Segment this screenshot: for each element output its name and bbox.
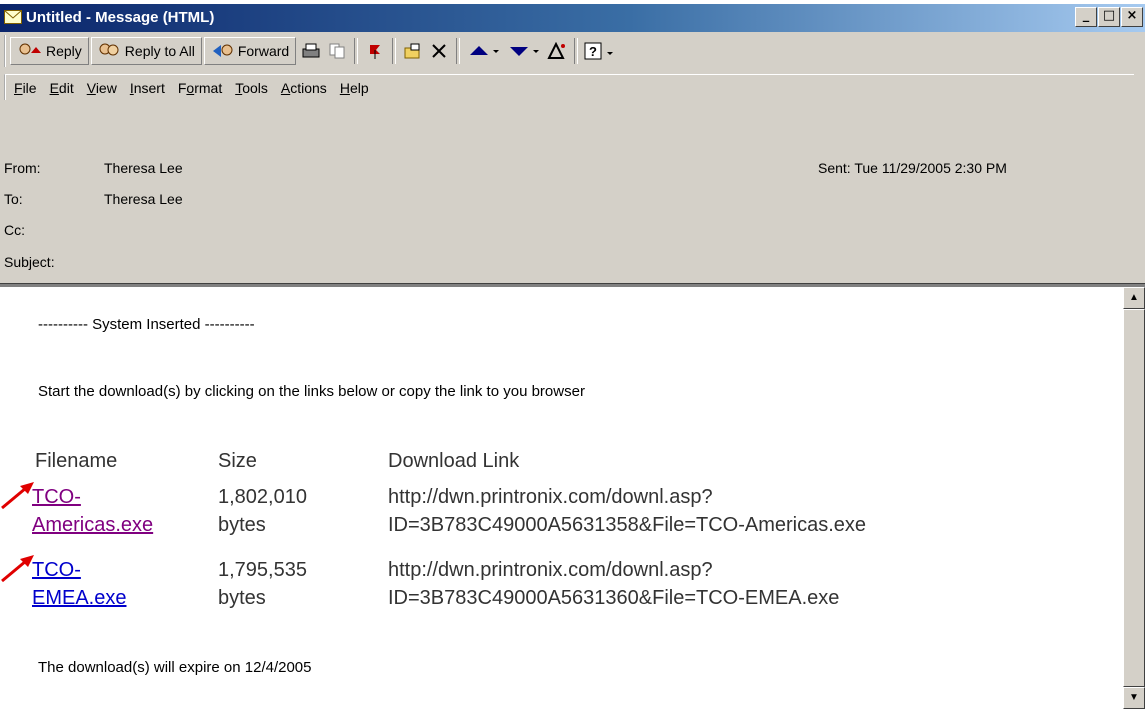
window-chrome: Reply Reply to All Forward ? File Edit V… — [0, 32, 1145, 284]
menu-tools[interactable]: Tools — [235, 80, 268, 96]
vertical-scrollbar[interactable]: ▲ ▼ — [1123, 287, 1145, 709]
red-arrow-americas — [1, 482, 34, 510]
sent-label: Sent: — [818, 160, 851, 176]
move-to-folder-icon[interactable] — [400, 37, 426, 65]
from-label: From: — [4, 160, 41, 176]
reply-icon — [19, 43, 41, 55]
sent-value: Tue 11/29/2005 2:30 PM — [854, 160, 1007, 176]
reply-all-button[interactable]: Reply to All — [90, 37, 202, 65]
menu-edit[interactable]: Edit — [50, 80, 74, 96]
toolbar-separator — [574, 38, 579, 64]
svg-text:?: ? — [589, 44, 597, 59]
standard-toolbar: Reply Reply to All Forward ? — [4, 35, 618, 67]
forward-label: Forward — [237, 43, 290, 59]
reply-all-label: Reply to All — [124, 43, 195, 59]
toolbar-separator — [354, 38, 359, 64]
cc-label: Cc: — [4, 222, 25, 238]
download-url-americas: http://dwn.printronix.com/downl.asp? ID=… — [388, 486, 867, 536]
file-size-emea: 1,795,535 bytes — [218, 559, 307, 609]
to-label: To: — [4, 191, 23, 207]
close-button[interactable]: × — [1121, 7, 1143, 27]
column-header-filename: Filename — [35, 450, 118, 472]
file-link-emea[interactable]: TCO- EMEA.exe — [32, 556, 126, 612]
delete-icon[interactable] — [426, 37, 452, 65]
maximize-button[interactable]: □ — [1098, 7, 1120, 27]
menu-bar: File Edit View Insert Format Tools Actio… — [4, 74, 1134, 100]
envelope-icon — [4, 10, 22, 24]
address-book-icon[interactable] — [544, 37, 570, 65]
title-bar[interactable]: Untitled - Message (HTML) _ □ × — [0, 4, 1145, 32]
reply-all-icon — [99, 43, 119, 56]
red-arrow-emea — [1, 555, 34, 583]
print-icon[interactable] — [298, 37, 324, 65]
file-size-americas: 1,802,010 bytes — [218, 486, 307, 536]
column-header-download-link: Download Link — [388, 450, 520, 472]
toolbar-separator — [456, 38, 461, 64]
forward-button[interactable]: Forward — [203, 37, 297, 65]
previous-item-icon[interactable] — [464, 37, 504, 65]
forward-icon — [212, 44, 233, 57]
subject-label: Subject: — [4, 254, 55, 270]
menu-help[interactable]: Help — [340, 80, 369, 96]
instruction-line: Start the download(s) by clicking on the… — [38, 383, 585, 400]
expire-line: The download(s) will expire on 12/4/2005 — [38, 659, 312, 676]
reply-label: Reply — [46, 43, 82, 59]
menu-insert[interactable]: Insert — [130, 80, 165, 96]
from-value: Theresa Lee — [104, 160, 183, 176]
to-value: Theresa Lee — [104, 191, 183, 207]
scroll-thumb[interactable] — [1123, 309, 1145, 687]
sent-field: Sent: Tue 11/29/2005 2:30 PM — [818, 160, 1007, 176]
help-icon[interactable]: ? — [582, 37, 618, 65]
toolbar-separator — [392, 38, 397, 64]
minimize-button[interactable]: _ — [1075, 7, 1097, 27]
next-item-icon[interactable] — [504, 37, 544, 65]
download-url-emea: http://dwn.printronix.com/downl.asp? ID=… — [388, 559, 840, 609]
column-header-size: Size — [218, 450, 257, 472]
menu-format[interactable]: Format — [178, 80, 222, 96]
scroll-up-button[interactable]: ▲ — [1123, 287, 1145, 309]
menu-actions[interactable]: Actions — [281, 80, 327, 96]
flag-icon[interactable] — [362, 37, 388, 65]
system-inserted-line: ---------- System Inserted ---------- — [38, 316, 255, 333]
reply-button[interactable]: Reply — [10, 37, 89, 65]
window-controls: _ □ × — [1075, 7, 1143, 27]
menu-view[interactable]: View — [87, 80, 117, 96]
scroll-down-button[interactable]: ▼ — [1123, 687, 1145, 709]
menu-file[interactable]: File — [14, 80, 37, 96]
window-title: Untitled - Message (HTML) — [26, 9, 215, 26]
file-link-americas[interactable]: TCO- Americas.exe — [32, 483, 153, 539]
copy-icon[interactable] — [324, 37, 350, 65]
